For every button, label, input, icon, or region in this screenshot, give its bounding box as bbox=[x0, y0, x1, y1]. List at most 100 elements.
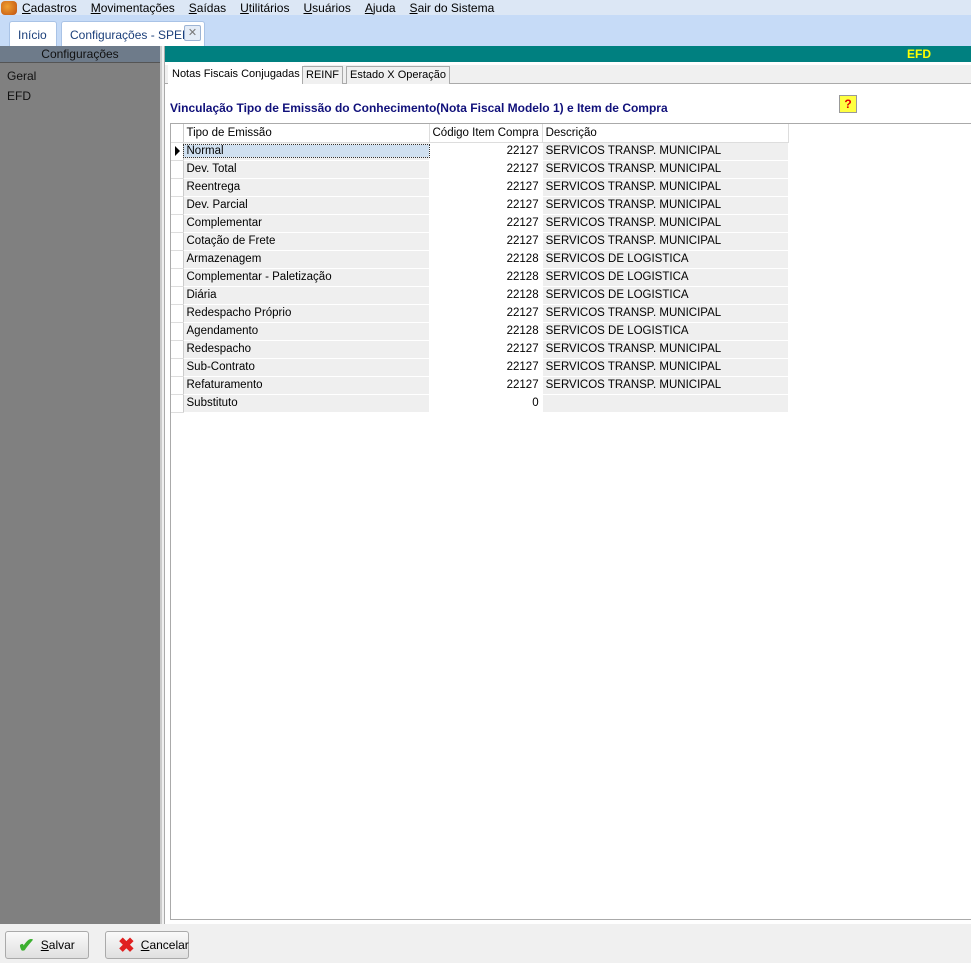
cell-tipo-emissao[interactable]: Dev. Total bbox=[183, 160, 430, 179]
cell-codigo-item[interactable]: 22127 bbox=[429, 358, 543, 377]
cell-descricao[interactable] bbox=[542, 394, 789, 413]
cell-codigo-item[interactable]: 22127 bbox=[429, 376, 543, 395]
cell-descricao[interactable]: SERVICOS TRANSP. MUNICIPAL bbox=[542, 178, 789, 197]
cell-codigo-item[interactable]: 22127 bbox=[429, 340, 543, 359]
cell-codigo-item[interactable]: 22128 bbox=[429, 250, 543, 269]
cell-codigo-item[interactable]: 22127 bbox=[429, 214, 543, 233]
menu-usuarios[interactable]: Usuários bbox=[303, 1, 350, 15]
table-row[interactable]: Complementar - Paletização 22128 SERVICO… bbox=[171, 268, 789, 287]
tab-estado-operacao[interactable]: Estado X Operação bbox=[346, 66, 451, 84]
cell-descricao[interactable]: SERVICOS TRANSP. MUNICIPAL bbox=[542, 376, 789, 395]
table-row[interactable]: Cotação de Frete 22127 SERVICOS TRANSP. … bbox=[171, 232, 789, 251]
cell-codigo-item[interactable]: 0 bbox=[429, 394, 543, 413]
table-row[interactable]: Normal 22127 SERVICOS TRANSP. MUNICIPAL bbox=[171, 142, 789, 161]
table-row[interactable]: Complementar 22127 SERVICOS TRANSP. MUNI… bbox=[171, 214, 789, 233]
cell-descricao[interactable]: SERVICOS DE LOGISTICA bbox=[542, 286, 789, 305]
row-indicator bbox=[171, 178, 184, 197]
sidebar-item-geral[interactable]: Geral bbox=[0, 63, 160, 83]
data-grid: Tipo de Emissão Código Item Compra Descr… bbox=[170, 123, 971, 920]
cell-tipo-emissao[interactable]: Redespacho bbox=[183, 340, 430, 359]
cell-descricao[interactable]: SERVICOS DE LOGISTICA bbox=[542, 268, 789, 287]
table-row[interactable]: Redespacho 22127 SERVICOS TRANSP. MUNICI… bbox=[171, 340, 789, 359]
table-row[interactable]: Redespacho Próprio 22127 SERVICOS TRANSP… bbox=[171, 304, 789, 323]
table-row[interactable]: Diária 22128 SERVICOS DE LOGISTICA bbox=[171, 286, 789, 305]
cell-descricao[interactable]: SERVICOS TRANSP. MUNICIPAL bbox=[542, 232, 789, 251]
table-row[interactable]: Refaturamento 22127 SERVICOS TRANSP. MUN… bbox=[171, 376, 789, 395]
cell-descricao[interactable]: SERVICOS TRANSP. MUNICIPAL bbox=[542, 304, 789, 323]
cell-codigo-item[interactable]: 22127 bbox=[429, 142, 543, 161]
table-row[interactable]: Substituto 0 bbox=[171, 394, 789, 413]
cell-tipo-emissao[interactable]: Complementar bbox=[183, 214, 430, 233]
cell-codigo-item[interactable]: 22128 bbox=[429, 322, 543, 341]
tab-inicio[interactable]: Início bbox=[9, 21, 57, 46]
save-button[interactable]: ✔ Salvar bbox=[5, 931, 89, 959]
table-row[interactable]: Sub-Contrato 22127 SERVICOS TRANSP. MUNI… bbox=[171, 358, 789, 377]
row-indicator bbox=[171, 376, 184, 395]
section-title: Vinculação Tipo de Emissão do Conhecimen… bbox=[170, 101, 668, 115]
cell-descricao[interactable]: SERVICOS TRANSP. MUNICIPAL bbox=[542, 160, 789, 179]
tab-notas-fiscais-conjugadas[interactable]: Notas Fiscais Conjugadas bbox=[168, 65, 304, 85]
cell-codigo-item[interactable]: 22127 bbox=[429, 160, 543, 179]
cell-descricao[interactable]: SERVICOS TRANSP. MUNICIPAL bbox=[542, 340, 789, 359]
close-tab-icon[interactable]: ✕ bbox=[184, 25, 201, 41]
cell-codigo-item[interactable]: 22128 bbox=[429, 268, 543, 287]
cell-descricao[interactable]: SERVICOS DE LOGISTICA bbox=[542, 322, 789, 341]
cell-codigo-item[interactable]: 22127 bbox=[429, 232, 543, 251]
cell-text: Redespacho bbox=[186, 343, 252, 355]
current-row-arrow-icon bbox=[175, 146, 180, 156]
cell-codigo-item[interactable]: 22128 bbox=[429, 286, 543, 305]
cell-tipo-emissao[interactable]: Diária bbox=[183, 286, 430, 305]
cell-codigo-item[interactable]: 22127 bbox=[429, 304, 543, 323]
cell-text: Sub-Contrato bbox=[186, 361, 255, 373]
menu-utilitarios[interactable]: Utilitários bbox=[240, 1, 289, 15]
document-tabs: Início Configurações - SPED bbox=[0, 15, 971, 46]
row-indicator bbox=[171, 160, 184, 179]
cell-tipo-emissao[interactable]: Sub-Contrato bbox=[183, 358, 430, 377]
cell-codigo-item[interactable]: 22127 bbox=[429, 178, 543, 197]
menu-movimentacoes[interactable]: Movimentações bbox=[91, 1, 175, 15]
sidebar-item-efd[interactable]: EFD bbox=[0, 83, 160, 103]
cell-descricao[interactable]: SERVICOS TRANSP. MUNICIPAL bbox=[542, 358, 789, 377]
x-icon: ✖ bbox=[118, 934, 135, 957]
cell-tipo-emissao[interactable]: Dev. Parcial bbox=[183, 196, 430, 215]
cell-tipo-emissao[interactable]: Normal bbox=[182, 142, 430, 161]
cell-descricao[interactable]: SERVICOS TRANSP. MUNICIPAL bbox=[542, 214, 789, 233]
table-row[interactable]: Dev. Total 22127 SERVICOS TRANSP. MUNICI… bbox=[171, 160, 789, 179]
cell-text: Cotação de Frete bbox=[186, 235, 276, 247]
cell-descricao[interactable]: SERVICOS DE LOGISTICA bbox=[542, 250, 789, 269]
cell-tipo-emissao[interactable]: Armazenagem bbox=[183, 250, 430, 269]
cell-text: Armazenagem bbox=[186, 253, 262, 265]
grid-header: Tipo de Emissão Código Item Compra Descr… bbox=[171, 124, 789, 143]
col-codigo-item[interactable]: Código Item Compra bbox=[429, 124, 543, 143]
tab-reinf[interactable]: REINF bbox=[302, 66, 343, 84]
row-indicator bbox=[171, 394, 184, 413]
panel-header: EFD bbox=[165, 46, 971, 62]
menu-sair[interactable]: Sair do Sistema bbox=[410, 1, 495, 15]
help-icon[interactable]: ? bbox=[839, 95, 857, 113]
cell-tipo-emissao[interactable]: Redespacho Próprio bbox=[183, 304, 430, 323]
cell-text: Normal bbox=[182, 144, 430, 158]
cell-codigo-item[interactable]: 22127 bbox=[429, 196, 543, 215]
cell-tipo-emissao[interactable]: Agendamento bbox=[183, 322, 430, 341]
col-descricao[interactable]: Descrição bbox=[542, 124, 789, 143]
cell-tipo-emissao[interactable]: Refaturamento bbox=[183, 376, 430, 395]
row-indicator bbox=[171, 232, 184, 251]
table-row[interactable]: Agendamento 22128 SERVICOS DE LOGISTICA bbox=[171, 322, 789, 341]
table-row[interactable]: Armazenagem 22128 SERVICOS DE LOGISTICA bbox=[171, 250, 789, 269]
menu-cadastros[interactable]: Cadastros bbox=[22, 1, 77, 15]
table-row[interactable]: Dev. Parcial 22127 SERVICOS TRANSP. MUNI… bbox=[171, 196, 789, 215]
cell-descricao[interactable]: SERVICOS TRANSP. MUNICIPAL bbox=[542, 196, 789, 215]
cell-descricao[interactable]: SERVICOS TRANSP. MUNICIPAL bbox=[542, 142, 789, 161]
menu-saidas[interactable]: Saídas bbox=[189, 1, 226, 15]
cell-tipo-emissao[interactable]: Cotação de Frete bbox=[183, 232, 430, 251]
table-row[interactable]: Reentrega 22127 SERVICOS TRANSP. MUNICIP… bbox=[171, 178, 789, 197]
col-tipo-emissao[interactable]: Tipo de Emissão bbox=[183, 124, 430, 143]
cell-tipo-emissao[interactable]: Substituto bbox=[183, 394, 430, 413]
cell-text: Refaturamento bbox=[186, 379, 263, 391]
cell-tipo-emissao[interactable]: Complementar - Paletização bbox=[183, 268, 430, 287]
cancel-button[interactable]: ✖ Cancelar bbox=[105, 931, 189, 959]
row-indicator bbox=[171, 322, 184, 341]
row-indicator bbox=[171, 340, 184, 359]
cell-tipo-emissao[interactable]: Reentrega bbox=[183, 178, 430, 197]
menu-ajuda[interactable]: Ajuda bbox=[365, 1, 396, 15]
